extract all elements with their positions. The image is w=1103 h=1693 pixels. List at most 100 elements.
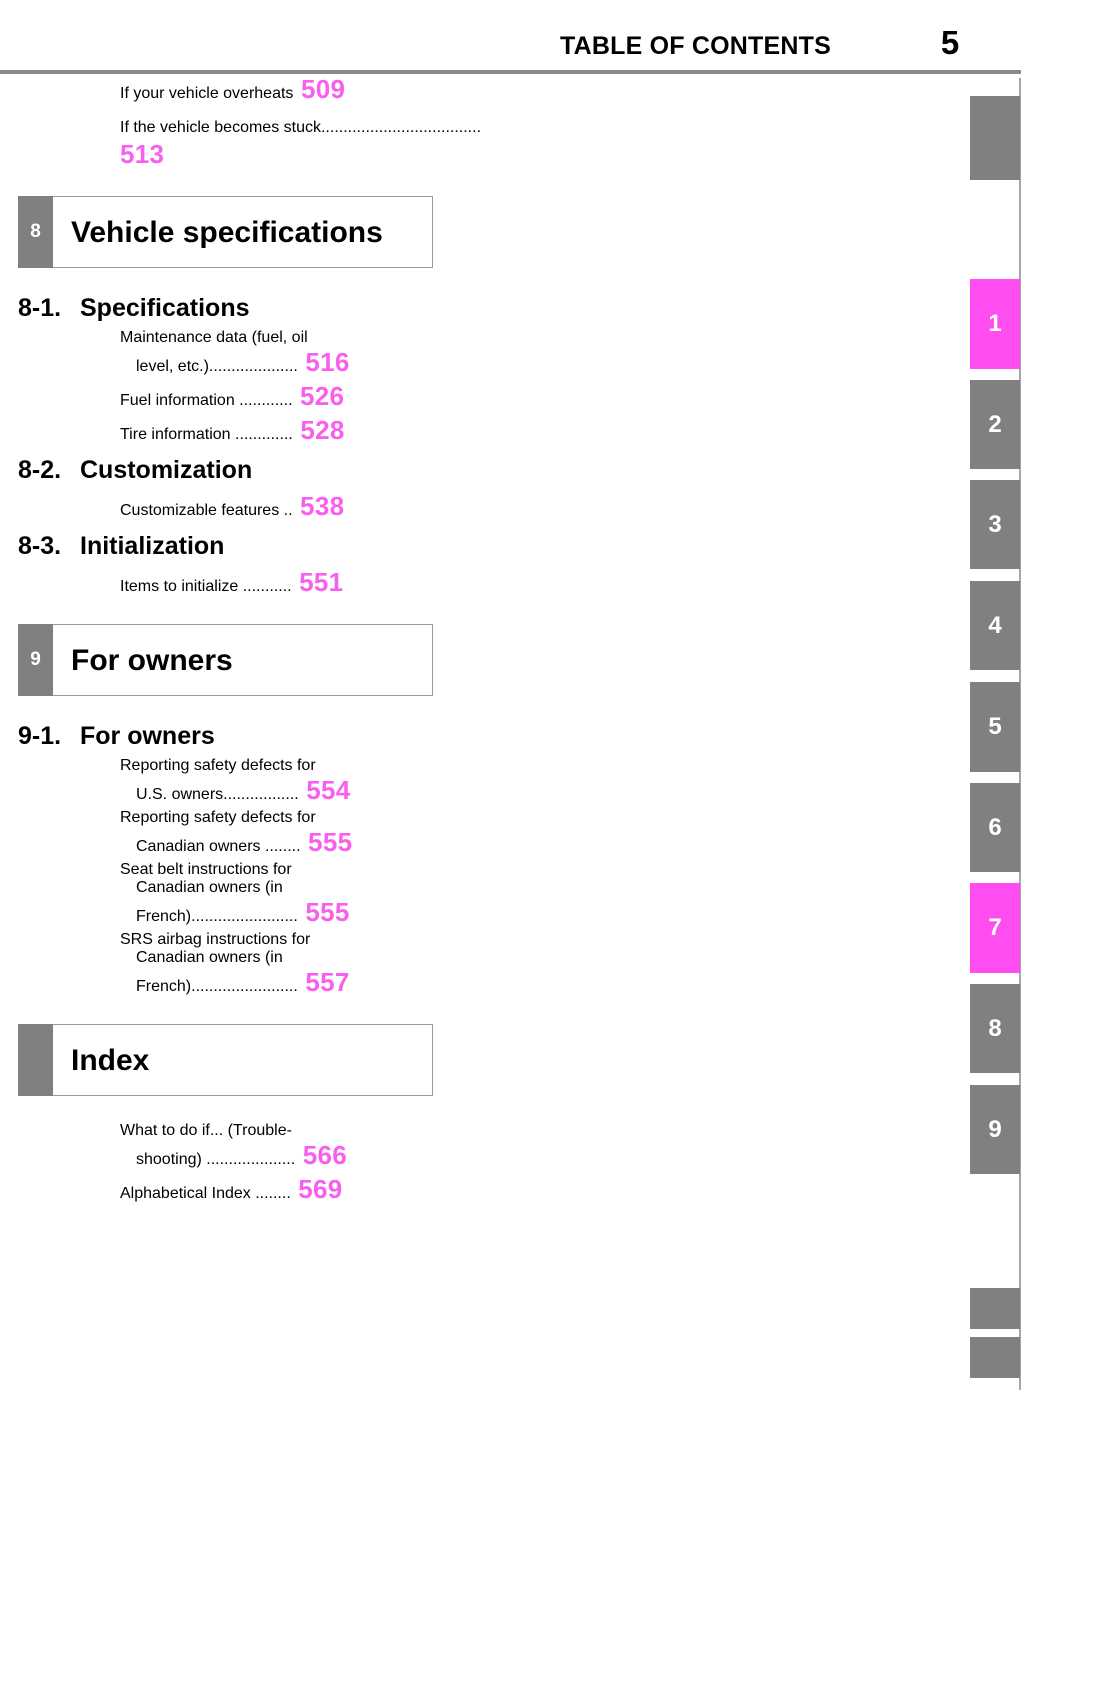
subsection-title: Customization xyxy=(80,456,253,484)
toc-entry[interactable]: SRS airbag instructions for Canadian owne… xyxy=(60,931,492,998)
chapter-list: 8 Vehicle specifications 8-1. Specification… xyxy=(0,196,960,1205)
subsection-number: 9-1. xyxy=(18,722,62,750)
toc-page-number[interactable]: 516 xyxy=(298,347,350,377)
leader-dots: ................. xyxy=(223,786,299,803)
toc-entry-text: shooting) xyxy=(136,1151,207,1168)
leader-dots: .................... xyxy=(206,1151,296,1168)
toc-entry-line: French)........................ 555 xyxy=(120,897,492,928)
toc-entry[interactable]: If your vehicle overheats 509 xyxy=(60,74,492,105)
table-of-contents-body: If your vehicle overheats 509 If the vehi… xyxy=(0,74,960,1208)
subsection-heading[interactable]: 9-1. For owners xyxy=(0,722,960,751)
chapter-number-badge: 8 xyxy=(18,196,53,268)
toc-page-number[interactable]: 513 xyxy=(120,139,164,169)
toc-entry[interactable]: Tire information ............. 528 xyxy=(60,415,492,446)
page-title: TABLE OF CONTENTS xyxy=(560,32,831,60)
toc-entry-text: Tire information xyxy=(120,426,235,443)
page-number: 5 xyxy=(940,24,960,61)
chapter-tab-1[interactable]: 1 xyxy=(970,279,1020,369)
leader-dots: ........... xyxy=(242,578,292,595)
chapter-tab-label: 1 xyxy=(988,310,1002,337)
subsection-title: Initialization xyxy=(80,532,225,560)
toc-entry-line: Customizable features .. 538 xyxy=(120,491,492,522)
chapter-tab-8[interactable]: 8 xyxy=(970,984,1020,1073)
toc-entry[interactable]: Seat belt instructions for Canadian owner… xyxy=(60,861,492,928)
chapter-tab-4[interactable]: 4 xyxy=(970,581,1020,670)
chapter-tab-6[interactable]: 6 xyxy=(970,783,1020,872)
toc-page-number[interactable]: 528 xyxy=(293,415,345,445)
leader-dots: .................... xyxy=(208,358,298,375)
toc-entry-line: level, etc.).................... 516 xyxy=(120,347,492,378)
toc-entry-line: Reporting safety defects for xyxy=(120,757,492,775)
page-header: TABLE OF CONTENTS 5 xyxy=(0,0,1103,74)
chapter-tab-7[interactable]: 7 xyxy=(970,883,1020,973)
subsection-title: Specifications xyxy=(80,294,250,322)
chapter-tab-label: 8 xyxy=(988,1014,1002,1042)
chapter-heading-box[interactable]: 8 Vehicle specifications xyxy=(18,196,433,268)
toc-entry[interactable]: If the vehicle becomes stuck............… xyxy=(60,108,492,170)
toc-entry-line: Items to initialize ........... 551 xyxy=(120,567,492,598)
toc-entry-line: U.S. owners................. 554 xyxy=(120,775,492,806)
chapter-tab-3[interactable]: 3 xyxy=(970,480,1020,569)
chapter-tab-blank[interactable] xyxy=(970,96,1020,180)
toc-entry-line: Canadian owners (in xyxy=(120,879,492,897)
subsection-entries: Customizable features .. 538 xyxy=(0,491,960,522)
toc-entry[interactable]: Reporting safety defects for U.S. owners.… xyxy=(60,757,492,806)
chapter-tab-label: 9 xyxy=(988,1115,1002,1143)
chapter-tab-2[interactable]: 2 xyxy=(970,380,1020,469)
subsection-number: 8-2. xyxy=(18,456,62,484)
toc-entry[interactable]: Items to initialize ........... 551 xyxy=(60,567,492,598)
toc-page-number[interactable]: 554 xyxy=(299,775,351,805)
toc-entry[interactable]: Customizable features .. 538 xyxy=(60,491,492,522)
toc-page-number[interactable]: 566 xyxy=(295,1140,347,1170)
toc-entry-text: Seat belt instructions for xyxy=(120,861,292,878)
subsection-heading[interactable]: 8-3. Initialization xyxy=(0,532,960,561)
toc-entry[interactable]: Reporting safety defects for Canadian own… xyxy=(60,809,492,858)
subsection-number: 8-3. xyxy=(18,532,62,560)
toc-entry[interactable]: Alphabetical Index ........ 569 xyxy=(60,1174,492,1205)
subsection-entries: Items to initialize ........... 551 xyxy=(0,567,960,598)
leader-dots: ............. xyxy=(235,426,293,443)
toc-entry-text: level, etc.) xyxy=(136,358,209,375)
toc-entry-text: Customizable features xyxy=(120,502,284,519)
leader-dots: ........................ xyxy=(191,978,298,995)
toc-entry-text: What to do if... (Trouble- xyxy=(120,1122,292,1139)
subsection-number: 8-1. xyxy=(18,294,62,322)
chapter-tab-blank[interactable] xyxy=(970,1288,1020,1329)
chapter-tab-blank[interactable] xyxy=(970,1337,1020,1378)
toc-entry[interactable]: Fuel information ............ 526 xyxy=(60,381,492,412)
toc-entry-text: French) xyxy=(136,908,192,925)
toc-entry-line: Seat belt instructions for xyxy=(120,861,492,879)
toc-entry-line: SRS airbag instructions for xyxy=(120,931,492,949)
toc-entry-line: French)........................ 557 xyxy=(120,967,492,998)
subsection-entries: What to do if... (Trouble-shooting) ....… xyxy=(0,1122,960,1205)
chapter-number-badge: 9 xyxy=(18,624,53,696)
chapter-heading-box[interactable]: Index xyxy=(18,1024,433,1096)
leader-dots: ........ xyxy=(255,1185,291,1202)
toc-page-number[interactable]: 569 xyxy=(291,1174,343,1204)
chapter-heading-box[interactable]: 9 For owners xyxy=(18,624,433,696)
chapter-tab-9[interactable]: 9 xyxy=(970,1085,1020,1174)
toc-page-number[interactable]: 526 xyxy=(293,381,345,411)
leader-dots: .................................... xyxy=(320,119,482,136)
toc-entry[interactable]: What to do if... (Trouble-shooting) ....… xyxy=(60,1122,492,1171)
toc-entry-line: What to do if... (Trouble- xyxy=(120,1122,492,1140)
toc-page-number[interactable]: 538 xyxy=(293,491,345,521)
toc-entry[interactable]: Maintenance data (fuel, oil level, etc.).… xyxy=(60,329,492,378)
toc-entry-text: U.S. owners xyxy=(136,786,224,803)
toc-page-number[interactable]: 555 xyxy=(298,897,350,927)
toc-page-number[interactable]: 509 xyxy=(293,74,345,104)
chapter-tab-label: 4 xyxy=(988,611,1002,639)
subsection-heading[interactable]: 8-1. Specifications xyxy=(0,294,960,323)
toc-entry-line: If the vehicle becomes stuck............… xyxy=(120,108,492,170)
toc-page-number[interactable]: 551 xyxy=(292,567,344,597)
toc-page-number[interactable]: 555 xyxy=(301,827,353,857)
toc-entry-line: Alphabetical Index ........ 569 xyxy=(120,1174,492,1205)
chapter-title: For owners xyxy=(71,644,233,677)
chapter-tab-rail: 1 2 3 4 5 6 7 8 9 xyxy=(966,0,1103,1693)
toc-entry-text: Canadian owners xyxy=(136,838,265,855)
chapter-tab-5[interactable]: 5 xyxy=(970,682,1020,772)
toc-page-number[interactable]: 557 xyxy=(298,967,350,997)
chapter-tab-label: 2 xyxy=(988,410,1002,438)
subsection-heading[interactable]: 8-2. Customization xyxy=(0,456,960,485)
toc-entry-text: Canadian owners (in xyxy=(136,879,283,896)
